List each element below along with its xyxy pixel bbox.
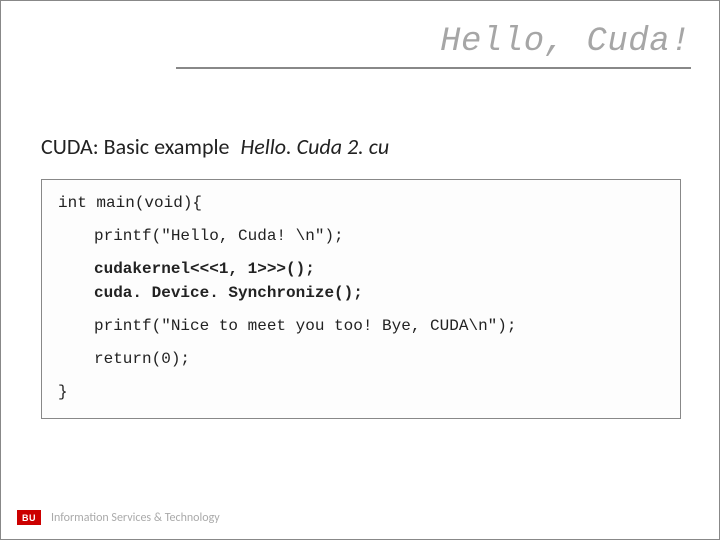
footer: BU Information Services & Technology (17, 510, 220, 525)
footer-org-text: Information Services & Technology (51, 511, 220, 525)
code-line-kernel: cudakernel<<<1, 1>>>(); (94, 258, 664, 281)
subtitle-row: CUDA: Basic example Hello. Cuda 2. cu (41, 133, 389, 160)
title-area: Hello, Cuda! (176, 23, 691, 69)
code-line-printf2: printf("Nice to meet you too! Bye, CUDA\… (58, 315, 664, 338)
code-line-kernel-group: cudakernel<<<1, 1>>>(); cuda. Device. Sy… (58, 258, 664, 304)
code-line-sync: cuda. Device. Synchronize(); (94, 282, 664, 305)
code-block: int main(void){ printf("Hello, Cuda! \n"… (41, 179, 681, 419)
slide: Hello, Cuda! CUDA: Basic example Hello. … (1, 1, 719, 539)
page-title: Hello, Cuda! (176, 23, 691, 61)
title-rule (176, 67, 691, 69)
code-line-close: } (58, 381, 664, 404)
subtitle-filename: Hello. Cuda 2. cu (240, 133, 389, 160)
footer-logo: BU (17, 510, 41, 525)
code-line-printf1: printf("Hello, Cuda! \n"); (58, 225, 664, 248)
subtitle-label: CUDA: Basic example (41, 133, 230, 160)
code-line-signature: int main(void){ (58, 192, 664, 215)
code-line-return: return(0); (58, 348, 664, 371)
